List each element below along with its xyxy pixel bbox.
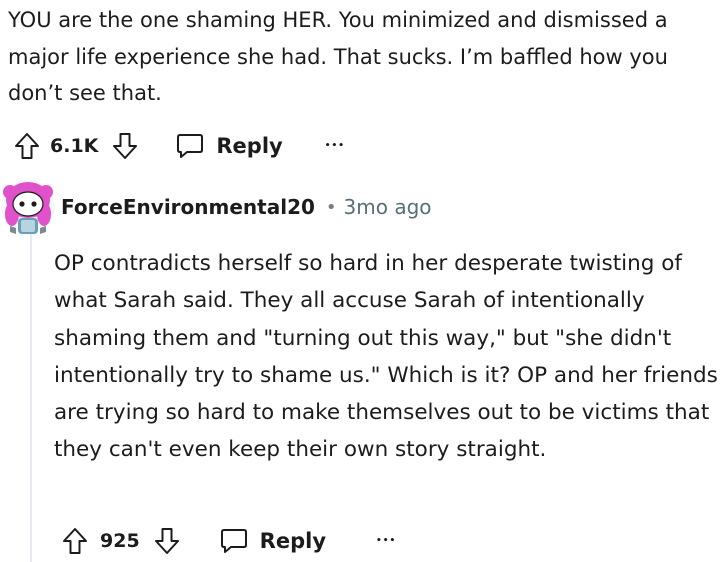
- username-link[interactable]: ForceEnvironmental20: [61, 195, 315, 219]
- meta-separator: •: [325, 196, 337, 218]
- downvote-arrow-icon: [113, 133, 138, 159]
- more-options-button[interactable]: •••: [325, 141, 345, 151]
- upvote-button[interactable]: [14, 132, 40, 160]
- reply-label: Reply: [216, 134, 283, 158]
- comment-bubble-icon: [177, 134, 204, 158]
- downvote-arrow-icon: [154, 528, 179, 554]
- vote-count: 6.1K: [50, 135, 99, 157]
- more-options-button[interactable]: •••: [376, 536, 396, 546]
- reply-label: Reply: [259, 529, 327, 553]
- upvote-button[interactable]: [62, 527, 88, 555]
- snoo-avatar-icon[interactable]: [0, 178, 56, 236]
- reply-button[interactable]: Reply: [176, 132, 283, 160]
- comment-meta: ForceEnvironmental20 • 3mo ago: [61, 195, 432, 219]
- downvote-button[interactable]: [112, 132, 138, 160]
- overflow-menu-icon: •••: [376, 536, 397, 546]
- upvote-arrow-icon: [63, 528, 87, 554]
- vote-count: 925: [100, 530, 140, 552]
- parent-comment-actions: 6.1K Reply •••: [10, 132, 345, 160]
- downvote-button[interactable]: [154, 527, 180, 555]
- reply-button[interactable]: Reply: [220, 527, 326, 555]
- comment-bubble-icon: [220, 529, 247, 553]
- overflow-menu-icon: •••: [324, 141, 345, 151]
- upvote-arrow-icon: [15, 133, 39, 159]
- reply-comment-actions: 925 Reply •••: [58, 527, 396, 555]
- parent-comment-text: YOU are the one shaming HER. You minimiz…: [8, 8, 668, 105]
- timestamp: 3mo ago: [343, 195, 432, 219]
- reply-comment-text: OP contradicts herself so hard in her de…: [54, 251, 718, 463]
- thread-line[interactable]: [30, 232, 32, 562]
